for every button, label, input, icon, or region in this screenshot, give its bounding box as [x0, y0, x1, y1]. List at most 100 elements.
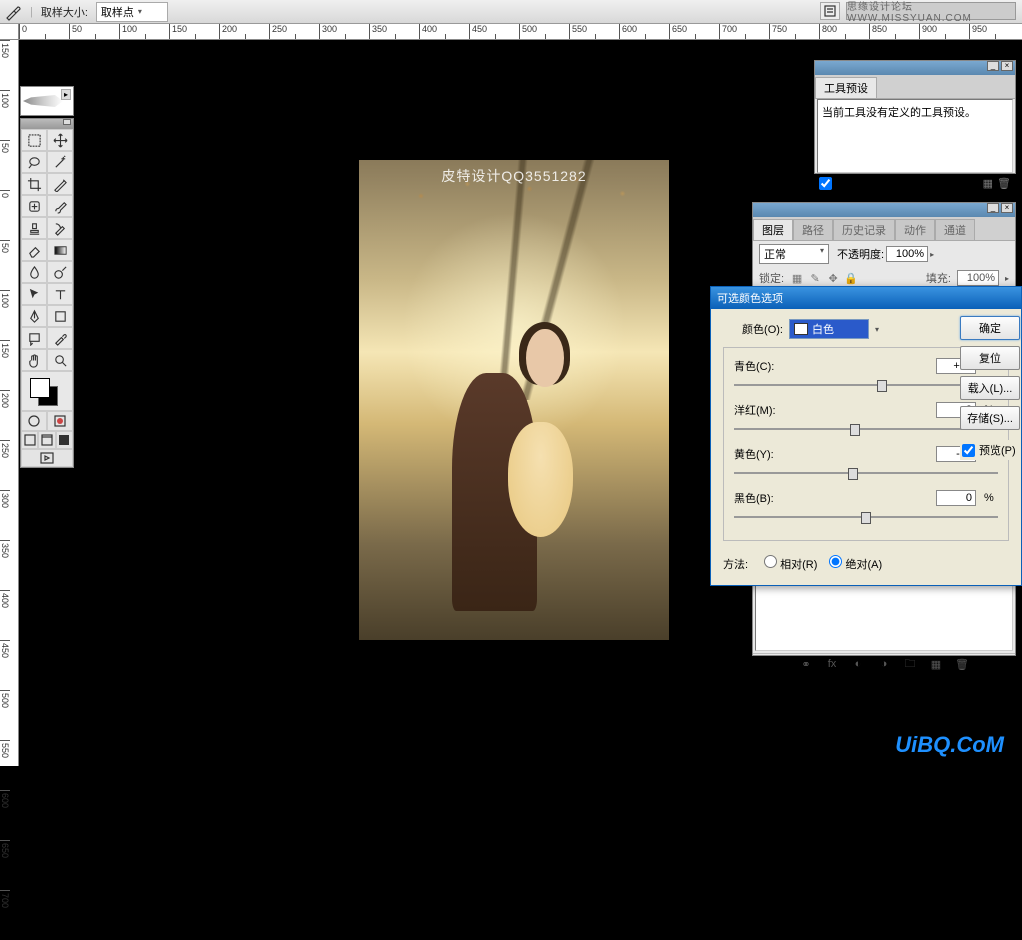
close-icon[interactable]: × [1001, 61, 1013, 71]
slider-value-input[interactable] [936, 490, 976, 506]
toolbox-header[interactable] [21, 119, 73, 129]
zoom-tool[interactable] [47, 349, 73, 371]
ruler-tick: 950 [969, 24, 1019, 39]
slider-track[interactable] [734, 466, 998, 480]
opacity-slider-arrow[interactable]: ▸ [930, 250, 934, 259]
screen-mode-fullmenu[interactable] [38, 431, 55, 449]
method-relative[interactable]: 相对(R) [764, 555, 817, 572]
slider-track[interactable] [734, 422, 998, 436]
lock-paint-icon[interactable]: ✎ [808, 271, 822, 285]
tool-preset-thumb[interactable]: ▸ [20, 86, 74, 116]
new-preset-icon[interactable]: ▦ [983, 177, 993, 190]
photo-woman [499, 329, 592, 537]
new-layer-icon[interactable]: ▦ [928, 657, 944, 671]
blur-tool[interactable] [21, 261, 47, 283]
lock-all-icon[interactable]: 🔒 [844, 271, 858, 285]
dialog-titlebar[interactable]: 可选颜色选项 [711, 287, 1021, 309]
screen-mode-full[interactable] [56, 431, 73, 449]
preview-checkbox[interactable] [962, 444, 975, 457]
ruler-tick: 450 [469, 24, 519, 39]
slider-thumb[interactable] [877, 380, 887, 392]
ruler-tick: 350 [369, 24, 419, 39]
fill-slider-arrow[interactable]: ▸ [1005, 274, 1009, 283]
brush-tool[interactable] [47, 195, 73, 217]
notes-tool[interactable] [21, 327, 47, 349]
link-layers-icon[interactable]: ⚭ [798, 657, 814, 671]
panel-titlebar[interactable]: _ × [753, 203, 1015, 217]
slider-thumb[interactable] [861, 512, 871, 524]
foreground-color[interactable] [30, 378, 50, 398]
lock-transparency-icon[interactable]: ▦ [790, 271, 804, 285]
shape-tool[interactable] [47, 305, 73, 327]
ruler-tick: 300 [319, 24, 369, 39]
wand-tool[interactable] [47, 151, 73, 173]
color-dropdown[interactable]: 白色 [789, 319, 869, 339]
palette-toggle-icon[interactable] [820, 2, 840, 20]
tab-layers[interactable]: 图层 [753, 219, 793, 240]
lasso-tool[interactable] [21, 151, 47, 173]
type-tool[interactable] [47, 283, 73, 305]
load-button[interactable]: 载入(L)... [960, 376, 1020, 400]
eyedropper-icon[interactable] [4, 3, 22, 21]
cancel-button[interactable]: 复位 [960, 346, 1020, 370]
slice-tool[interactable] [47, 173, 73, 195]
lock-position-icon[interactable]: ✥ [826, 271, 840, 285]
chevron-down-icon[interactable]: ▾ [875, 325, 879, 334]
panel-titlebar[interactable]: _ × [815, 61, 1015, 75]
ruler-tick: 250 [269, 24, 319, 39]
slider-thumb[interactable] [850, 424, 860, 436]
close-icon[interactable]: × [1001, 203, 1013, 213]
stamp-tool[interactable] [21, 217, 47, 239]
move-tool[interactable] [47, 129, 73, 151]
path-select-tool[interactable] [21, 283, 47, 305]
quickmask-mode[interactable] [47, 411, 73, 431]
history-brush-tool[interactable] [47, 217, 73, 239]
ruler-tick: 550 [0, 740, 10, 790]
ok-button[interactable]: 确定 [960, 316, 1020, 340]
adjustment-layer-icon[interactable]: ◑ [876, 657, 892, 671]
tab-paths[interactable]: 路径 [793, 219, 833, 240]
delete-layer-icon[interactable]: 🗑 [954, 657, 970, 671]
current-tool-only-checkbox[interactable] [819, 177, 832, 190]
tab-tool-presets[interactable]: 工具预设 [815, 77, 877, 98]
healing-tool[interactable] [21, 195, 47, 217]
hand-tool[interactable] [21, 349, 47, 371]
slider-track[interactable] [734, 378, 998, 392]
divider: | [30, 6, 33, 18]
document-image[interactable]: 皮特设计QQ3551282 [359, 160, 669, 640]
color-swatches[interactable] [21, 371, 73, 411]
sample-size-dropdown[interactable]: 取样点 ▾ [96, 2, 168, 22]
save-button[interactable]: 存储(S)... [960, 406, 1020, 430]
minimize-icon[interactable]: _ [987, 203, 999, 213]
tab-history[interactable]: 历史记录 [833, 219, 895, 240]
edit-imageready[interactable] [21, 449, 73, 467]
layer-mask-icon[interactable]: ◐ [850, 657, 866, 671]
toolbox [20, 118, 74, 468]
slider-track[interactable] [734, 510, 998, 524]
eraser-tool[interactable] [21, 239, 47, 261]
preset-menu-arrow[interactable]: ▸ [61, 89, 71, 100]
layer-group-icon[interactable]: 🗀 [902, 657, 918, 671]
ruler-tick: 600 [619, 24, 669, 39]
method-absolute[interactable]: 绝对(A) [829, 555, 882, 572]
opacity-input[interactable]: 100% [886, 246, 928, 262]
tab-actions[interactable]: 动作 [895, 219, 935, 240]
crop-tool[interactable] [21, 173, 47, 195]
slider-thumb[interactable] [848, 468, 858, 480]
eyedropper-tool[interactable] [47, 327, 73, 349]
fill-input[interactable]: 100% [957, 270, 999, 286]
standard-mode[interactable] [21, 411, 47, 431]
delete-preset-icon[interactable]: 🗑 [997, 177, 1011, 190]
pen-tool[interactable] [21, 305, 47, 327]
dodge-tool[interactable] [47, 261, 73, 283]
current-tool-only-label: 仅限当前工具 [836, 175, 902, 191]
layer-style-icon[interactable]: fx [824, 657, 840, 671]
blend-mode-dropdown[interactable]: 正常 ▾ [759, 244, 829, 264]
color-swatch-icon [794, 323, 808, 335]
ruler-tick: 50 [69, 24, 119, 39]
tab-channels[interactable]: 通道 [935, 219, 975, 240]
screen-mode-standard[interactable] [21, 431, 38, 449]
gradient-tool[interactable] [47, 239, 73, 261]
minimize-icon[interactable]: _ [987, 61, 999, 71]
marquee-tool[interactable] [21, 129, 47, 151]
